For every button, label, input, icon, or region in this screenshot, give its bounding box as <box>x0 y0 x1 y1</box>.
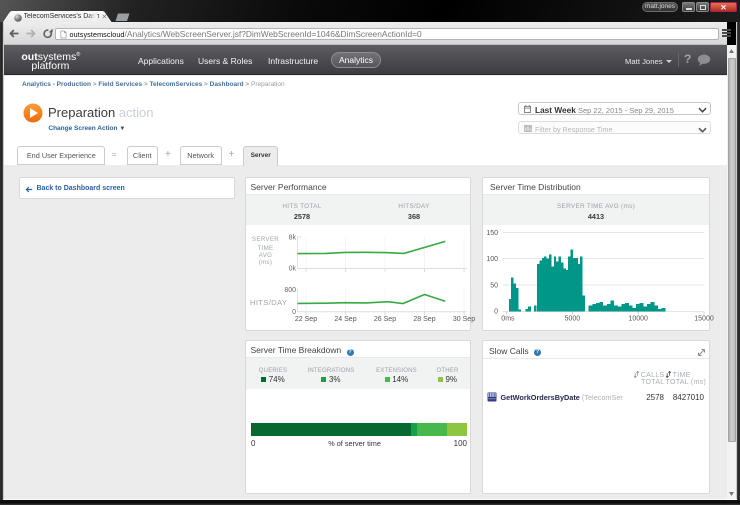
svg-text:10000: 10000 <box>628 315 648 322</box>
svg-text:(ms): (ms) <box>259 259 273 266</box>
svg-text:28 Sep: 28 Sep <box>413 316 435 323</box>
svg-text:100: 100 <box>486 256 498 263</box>
svg-text:800: 800 <box>284 287 296 294</box>
svg-text:150: 150 <box>486 230 498 237</box>
svg-text:5000: 5000 <box>565 315 581 322</box>
svg-text:0: 0 <box>494 309 498 316</box>
svg-text:22 Sep: 22 Sep <box>295 316 317 323</box>
svg-text:50: 50 <box>490 283 498 290</box>
svg-text:24 Sep: 24 Sep <box>334 316 356 323</box>
svg-text:SERVER: SERVER <box>252 236 279 243</box>
svg-text:15000: 15000 <box>694 315 714 322</box>
svg-text:HITS/DAY: HITS/DAY <box>250 298 287 307</box>
svg-text:26 Sep: 26 Sep <box>374 316 396 323</box>
svg-text:0k: 0k <box>289 266 297 273</box>
svg-text:8k: 8k <box>289 235 297 242</box>
svg-text:AVG: AVG <box>259 252 273 259</box>
svg-text:TIME: TIME <box>258 245 274 252</box>
svg-text:0ms: 0ms <box>501 315 515 322</box>
svg-text:30 Sep: 30 Sep <box>453 316 475 323</box>
